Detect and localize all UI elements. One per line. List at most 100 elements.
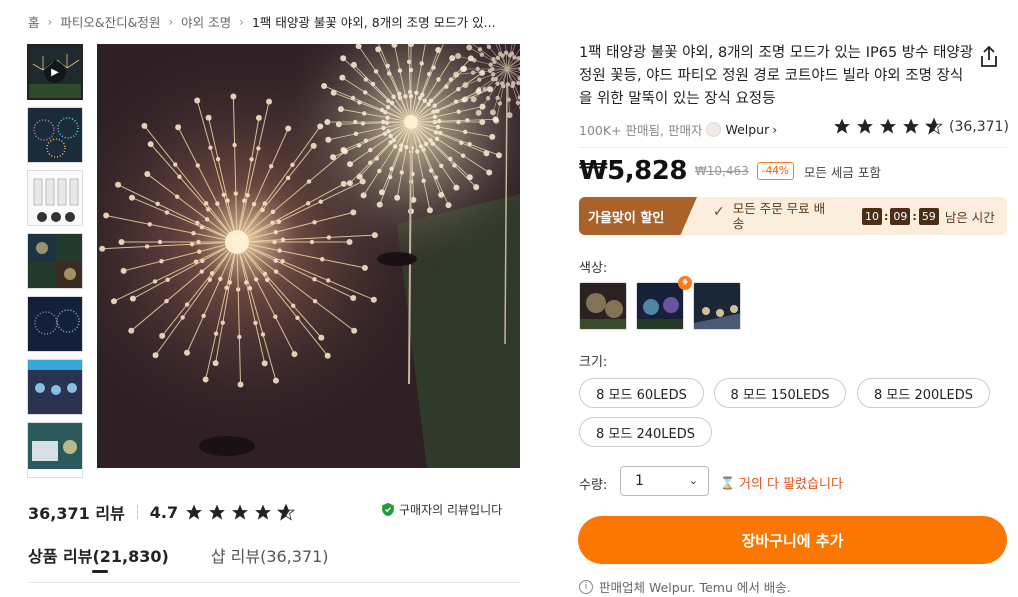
original-price: ₩10,463 [694, 164, 749, 178]
breadcrumb-home[interactable]: 홈 [28, 12, 40, 31]
review-tabs: 상품 리뷰(21,830) 샵 리뷰(36,371) [28, 543, 520, 583]
share-icon[interactable] [978, 45, 1000, 69]
almost-sold-out-note: ⌛ 거의 다 팔렸습니다 [720, 473, 843, 493]
star-icon [232, 504, 249, 520]
color-swatches: ♦ [579, 276, 750, 330]
play-icon: ▶ [44, 61, 66, 83]
size-option-200leds[interactable]: 8 모드 200LEDS [857, 378, 990, 408]
timer-seconds: 59 [918, 208, 939, 225]
size-option-60leds[interactable]: 8 모드 60LEDS [579, 378, 704, 408]
reviews-summary: 36,371 리뷰 4.7 [28, 500, 299, 524]
price-row: ₩5,828 ₩10,463 -44% 모든 세금 포함 [579, 156, 881, 186]
thumbnail-6[interactable] [27, 359, 83, 415]
thumbnail-image [28, 234, 82, 288]
timer-minutes: 09 [890, 208, 911, 225]
tab-label: 샵 리뷰(36,371) [210, 547, 329, 566]
star-icon [857, 118, 873, 134]
tab-shop-reviews[interactable]: 샵 리뷰(36,371) [211, 543, 329, 582]
tab-label: 상품 리뷰(21,830) [28, 547, 169, 566]
seller-logo [706, 122, 722, 137]
promo-banner: 가을맞이 할인 ✓ 모든 주문 무료 배송 10 : 09 : 59 남은 시간 [579, 197, 1007, 235]
tax-note: 모든 세금 포함 [803, 164, 881, 180]
half-star-icon [924, 117, 944, 135]
product-rating[interactable]: (36,371) [832, 117, 1009, 136]
discount-badge: -44% [756, 162, 794, 180]
thumbnail-image [28, 297, 82, 351]
size-label: 크기: [579, 355, 608, 370]
half-star-icon [277, 503, 296, 521]
breadcrumb: 홈 › 파티오&잔디&정원 › 야외 조명 › 1팩 태양광 불꽃 야외, 8개… [28, 12, 496, 31]
review-stars [184, 503, 299, 522]
star-icon [255, 504, 272, 520]
color-swatch-3[interactable] [693, 282, 741, 330]
star-icon [186, 504, 203, 520]
shipping-note-text: 판매업체 Welpur. Temu 에서 배송. [599, 580, 791, 595]
thumbnail-5[interactable] [27, 296, 83, 352]
swatch-image [580, 283, 626, 329]
size-option-150leds[interactable]: 8 모드 150LEDS [714, 378, 846, 408]
swatch-image [694, 283, 740, 329]
thumbnail-list: ▶ [27, 44, 85, 485]
free-shipping-text: 모든 주문 무료 배송 [732, 201, 826, 231]
active-tab-indicator [92, 570, 108, 573]
color-swatch-2[interactable] [636, 282, 684, 330]
breadcrumb-patio[interactable]: 파티오&잔디&정원 [60, 12, 160, 31]
review-count: 36,371 리뷰 [28, 504, 125, 523]
tab-product-reviews[interactable]: 상품 리뷰(21,830) [28, 543, 169, 582]
breadcrumb-current: 1팩 태양광 불꽃 야외, 8개의 조명 모드가 있... [251, 15, 496, 30]
verified-purchase-note: 구매자의 리뷰입니다 [381, 501, 502, 518]
star-icon [834, 118, 850, 134]
timer-separator: : [884, 210, 889, 223]
sold-and-seller: 100K+ 판매됨, 판매자 Welpur › [579, 120, 777, 139]
breadcrumb-separator: › [239, 14, 244, 29]
thumbnail-2[interactable] [27, 107, 83, 163]
seller-link[interactable]: Welpur › [706, 122, 777, 137]
size-option-240leds[interactable]: 8 모드 240LEDS [579, 417, 712, 447]
color-swatch-1[interactable] [579, 282, 627, 330]
quantity-select[interactable]: 1 ⌄ [620, 466, 709, 496]
thumbnail-image [28, 108, 82, 162]
countdown-timer: 10 : 09 : 59 남은 시간 [862, 207, 995, 226]
color-label: 색상: [579, 261, 608, 276]
thumbnail-image [28, 171, 82, 225]
timer-label: 남은 시간 [944, 210, 995, 225]
star-icon [880, 118, 896, 134]
product-page: 홈 › 파티오&잔디&정원 › 야외 조명 › 1팩 태양광 불꽃 야외, 8개… [0, 0, 1018, 597]
main-product-image[interactable] [97, 44, 520, 468]
chevron-right-icon: › [772, 122, 778, 137]
breadcrumb-separator: › [168, 14, 174, 29]
almost-sold-text: 거의 다 팔렸습니다 [738, 477, 843, 492]
firework-lights-image [97, 44, 520, 468]
check-icon: ✓ [713, 204, 725, 220]
thumbnail-4[interactable] [27, 233, 83, 289]
verified-text: 구매자의 리뷰입니다 [399, 503, 503, 517]
star-icon [209, 504, 226, 520]
current-price: ₩5,828 [579, 156, 687, 186]
timer-hours: 10 [862, 208, 882, 225]
divider [136, 505, 138, 519]
promo-label: 가을맞이 할인 [579, 197, 697, 235]
breadcrumb-outdoor-lighting[interactable]: 야외 조명 [181, 12, 231, 31]
hourglass-icon: ⌛ [720, 475, 735, 490]
thumbnail-3[interactable] [27, 170, 83, 226]
thumbnail-7[interactable] [27, 422, 83, 478]
seller-name: Welpur [725, 122, 770, 137]
info-icon: i [579, 579, 593, 594]
review-score: 4.7 [149, 502, 179, 522]
divider [579, 147, 1007, 148]
thumbnail-image [28, 360, 82, 414]
rating-count: (36,371) [949, 118, 1009, 135]
add-to-cart-button[interactable]: 장바구니에 추가 [578, 516, 1007, 564]
thumbnail-image [28, 423, 82, 469]
quantity-value: 1 [635, 473, 644, 489]
thumbnail-video[interactable]: ▶ [27, 44, 83, 100]
star-icon [903, 118, 919, 134]
swatch-image [637, 283, 683, 329]
hot-badge-icon: ♦ [678, 276, 692, 290]
product-title: 1팩 태양광 불꽃 야외, 8개의 조명 모드가 있는 IP65 방수 태양광 … [579, 45, 974, 107]
quantity-label: 수량: [579, 478, 608, 493]
shield-check-icon [382, 502, 394, 517]
shipping-note: i 판매업체 Welpur. Temu 에서 배송. [579, 577, 791, 596]
sold-count: 100K+ 판매됨, 판매자 [579, 123, 703, 138]
breadcrumb-separator: › [47, 14, 53, 29]
